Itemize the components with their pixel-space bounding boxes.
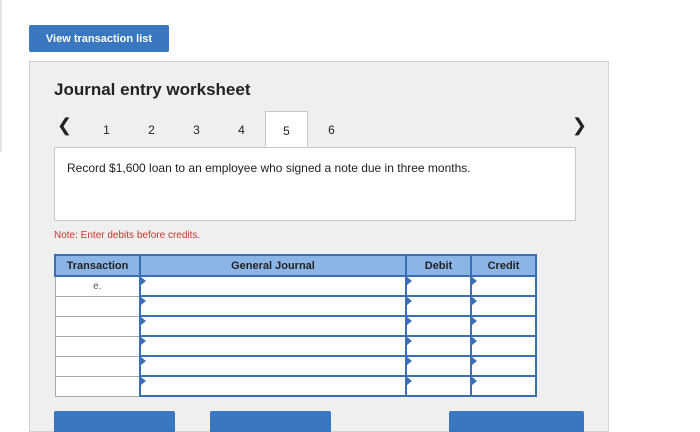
transaction-cell <box>54 295 141 317</box>
transaction-cell: e. <box>54 275 141 297</box>
header-debit: Debit <box>405 254 472 277</box>
credit-input[interactable] <box>470 295 537 317</box>
debit-input[interactable] <box>405 375 472 397</box>
credit-input[interactable] <box>470 335 537 357</box>
transaction-cell <box>54 375 141 397</box>
transaction-cell <box>54 355 141 377</box>
worksheet-tab-nav: ❮ 1 2 3 4 5 6 ❯ <box>54 111 590 149</box>
credit-input[interactable] <box>470 355 537 377</box>
transaction-cell <box>54 335 141 357</box>
account-input[interactable] <box>139 335 407 357</box>
debit-input[interactable] <box>405 275 472 297</box>
tab-5[interactable]: 5 <box>265 111 308 149</box>
account-input[interactable] <box>139 375 407 397</box>
clear-entry-button[interactable] <box>210 411 331 432</box>
table-row <box>54 375 537 397</box>
debit-credit-note: Note: Enter debits before credits. <box>54 230 201 241</box>
transaction-prompt: Record $1,600 loan to an employee who si… <box>67 161 471 175</box>
view-general-journal-button[interactable] <box>449 411 584 432</box>
header-transaction: Transaction <box>54 254 141 277</box>
tab-3[interactable]: 3 <box>175 111 218 148</box>
table-row: e. <box>54 275 537 297</box>
worksheet-title: Journal entry worksheet <box>54 80 251 99</box>
credit-input[interactable] <box>470 275 537 297</box>
left-divider <box>0 0 2 152</box>
tab-6[interactable]: 6 <box>310 111 353 148</box>
debit-input[interactable] <box>405 355 472 377</box>
header-general-journal: General Journal <box>139 254 407 277</box>
debit-input[interactable] <box>405 335 472 357</box>
table-row <box>54 315 537 337</box>
header-credit: Credit <box>470 254 537 277</box>
tab-2[interactable]: 2 <box>130 111 173 148</box>
chevron-right-icon[interactable]: ❯ <box>572 115 587 136</box>
table-row <box>54 295 537 317</box>
tab-1[interactable]: 1 <box>85 111 128 148</box>
account-input[interactable] <box>139 295 407 317</box>
table-row <box>54 335 537 357</box>
tab-4[interactable]: 4 <box>220 111 263 148</box>
debit-input[interactable] <box>405 315 472 337</box>
transaction-cell <box>54 315 141 337</box>
record-entry-button[interactable] <box>54 411 175 432</box>
account-input[interactable] <box>139 315 407 337</box>
debit-input[interactable] <box>405 295 472 317</box>
table-row <box>54 355 537 377</box>
credit-input[interactable] <box>470 375 537 397</box>
account-input[interactable] <box>139 275 407 297</box>
chevron-left-icon[interactable]: ❮ <box>57 115 72 136</box>
credit-input[interactable] <box>470 315 537 337</box>
account-input[interactable] <box>139 355 407 377</box>
general-journal-table: Transaction General Journal Debit Credit… <box>54 254 537 397</box>
transaction-prompt-box: Record $1,600 loan to an employee who si… <box>54 147 576 221</box>
view-transaction-list-button[interactable]: View transaction list <box>29 25 169 52</box>
